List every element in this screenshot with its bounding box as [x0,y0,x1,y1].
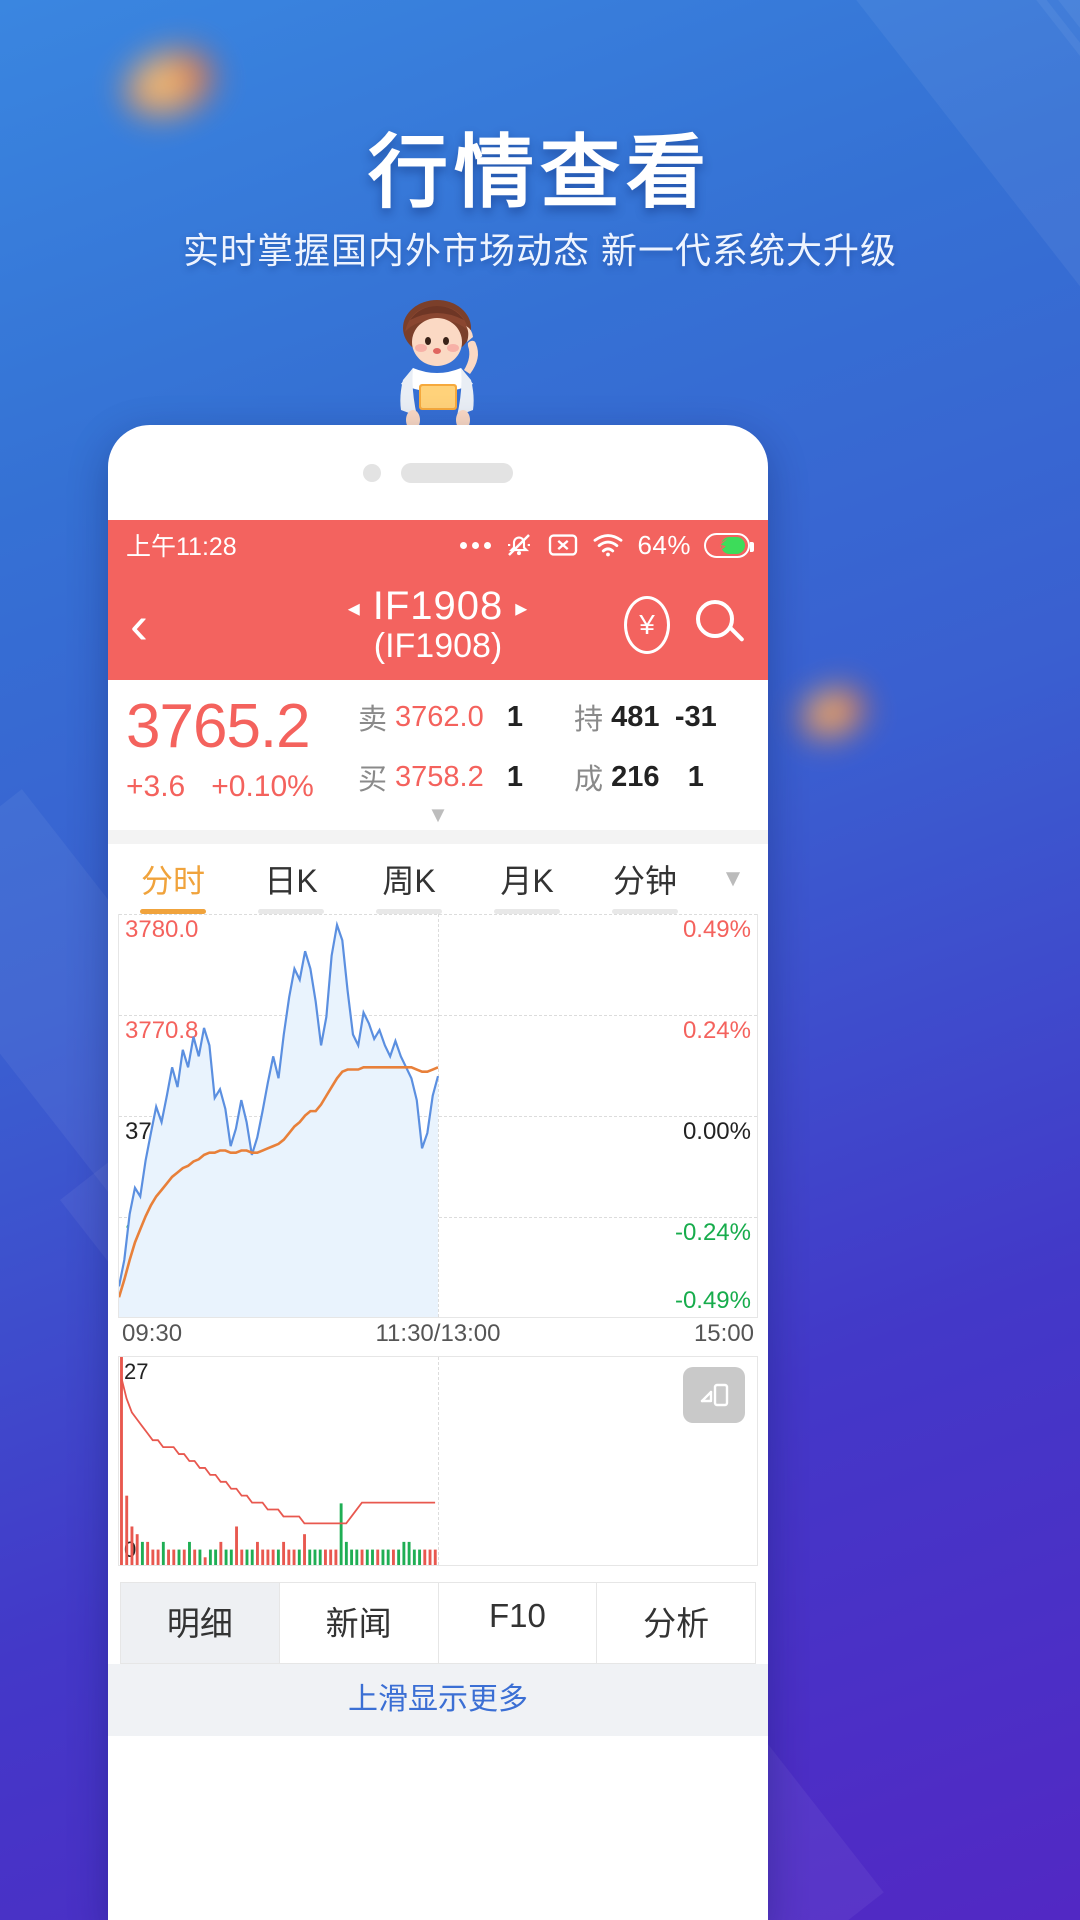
price-chart[interactable]: 3780.0 0.49% 3770.8 0.24% 3761.6 0.00% 3… [118,914,758,1318]
volume-bars [120,1357,437,1565]
chart-tab-weekk[interactable]: 周K [350,844,468,914]
x-tick-1: 11:30/13:00 [375,1320,501,1347]
chart-tab-fenshi[interactable]: 分时 [114,844,232,914]
camera-dot-icon [363,463,381,482]
bell-muted-icon [508,534,531,556]
x-tick-0: 09:30 [122,1320,183,1347]
yen-circle-icon[interactable]: ¥ [624,596,670,654]
mascot-illustration [400,300,478,430]
bottom-tab-detail[interactable]: 明细 [120,1582,279,1664]
page-subtitle: 实时掌握国内外市场动态 新一代系统大升级 [182,230,897,271]
chart-tab-dayk[interactable]: 日K [232,844,350,914]
quote-panel[interactable]: 3765.2 +3.6 +0.10% 卖 3762.0 1 持 481 -31 … [108,680,768,808]
chart-tab-label: 月K [500,863,554,899]
price-change-pct: +0.10% [211,770,314,803]
more-dots-icon [460,541,492,549]
phone-notch [108,425,768,520]
expand-chart-icon[interactable] [683,1367,745,1423]
expand-quote-icon[interactable]: ▼ [108,804,768,826]
time-axis: 09:30 11:30/13:00 15:00 [118,1318,758,1352]
chart-tab-label: 日K [264,863,318,899]
volume-chart[interactable]: 27 0 [118,1356,758,1566]
volume-label: 成 [574,764,604,796]
bid-price: 3758.2 [395,760,484,793]
search-icon[interactable] [696,600,746,650]
chart-tab-minute[interactable]: 分钟 [586,844,704,914]
status-time: 上午11:28 [126,533,237,561]
phone-mockup: 上午11:28 64% ⚡ ‹ ◂ IF1908 ▸ (IF1908) ¥ 37… [108,425,768,1920]
bottom-tabs: 明细 新闻 F10 分析 [108,1582,768,1664]
chart-tab-monthk[interactable]: 月K [468,844,586,914]
bottom-tab-news[interactable]: 新闻 [278,1582,438,1664]
ask-qty: 1 [506,700,523,733]
price-change: +3.6 [126,770,186,803]
openinterest-change: -31 [674,700,717,733]
price-line-series [119,920,440,1317]
battery-percent: 64% [637,529,691,560]
bottom-tab-f10[interactable]: F10 [437,1582,597,1664]
bid-qty: 1 [506,760,523,793]
volume-change: 1 [687,760,704,793]
status-bar: 上午11:28 64% ⚡ [108,520,768,570]
quote-price-block: 3765.2 +3.6 +0.10% [126,690,358,804]
bid-label: 买 [358,764,388,796]
quote-stats-grid: 卖 3762.0 1 持 481 -31 买 3758.2 1 成 216 1 [358,690,750,804]
ask-label: 卖 [358,704,388,736]
page-title: 行情查看 [368,128,712,217]
chart-tabs: 分时 日K 周K 月K 分钟 ▼ [108,844,768,914]
wifi-icon [594,534,623,557]
chart-tab-label: 分钟 [612,863,677,899]
section-divider [108,830,768,844]
ask-price: 3762.0 [395,700,484,733]
symbol-name: IF1908 [372,584,504,628]
x-tick-2: 15:00 [693,1320,754,1347]
openinterest-label: 持 [574,704,604,736]
yen-label: ¥ [639,609,655,640]
back-icon[interactable]: ‹ [130,598,148,652]
bottom-tab-analysis[interactable]: 分析 [596,1582,756,1664]
swipe-up-hint[interactable]: 上滑显示更多 [108,1664,768,1736]
openinterest-value: 481 [611,700,660,733]
speaker-bar [401,462,513,483]
charts-area: 3780.0 0.49% 3770.8 0.24% 3761.6 0.00% 3… [108,914,768,1566]
next-symbol-icon[interactable]: ▸ [515,595,528,622]
volume-value: 216 [611,760,660,793]
chart-tab-label: 周K [382,863,436,899]
prev-symbol-icon[interactable]: ◂ [348,595,361,622]
last-price: 3765.2 [126,692,311,761]
chevron-down-icon[interactable]: ▼ [704,844,762,914]
app-header: ‹ ◂ IF1908 ▸ (IF1908) ¥ [108,570,768,680]
battery-charging-icon: ⚡ [704,532,754,558]
chart-tab-label: 分时 [140,863,205,899]
no-sim-icon [549,534,578,556]
